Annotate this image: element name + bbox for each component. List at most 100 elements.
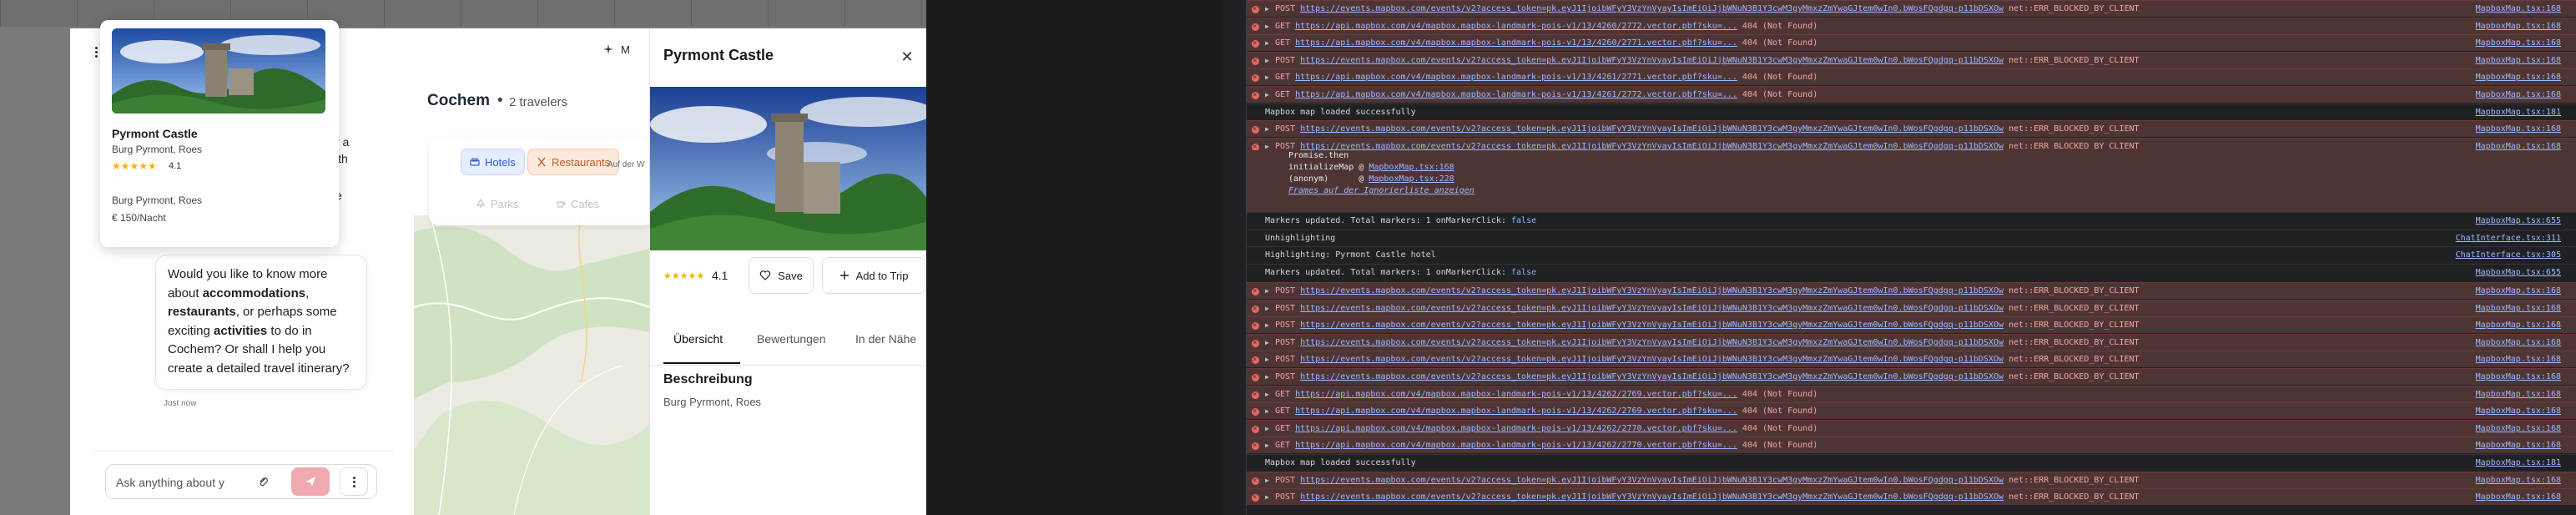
console-error-row[interactable]: ▶ GET https://api.mapbox.com/v4/mapbox.ma… bbox=[1247, 17, 2576, 34]
console-info-row[interactable]: Highlighting: Pyrmont Castle hotel ChatIn… bbox=[1247, 246, 2576, 264]
request-url[interactable]: https://events.mapbox.com/events/v2?acce… bbox=[1300, 476, 2004, 485]
source-link[interactable]: MapboxMap.tsx:168 bbox=[2476, 421, 2561, 437]
console-error-row[interactable]: ▶ POST https://events.mapbox.com/events/v… bbox=[1247, 333, 2576, 351]
source-link[interactable]: MapboxMap.tsx:168 bbox=[2476, 317, 2561, 333]
console-error-row[interactable]: ▶ POST https://events.mapbox.com/events/v… bbox=[1247, 471, 2576, 488]
request-url[interactable]: https://events.mapbox.com/events/v2?acce… bbox=[1300, 492, 2004, 502]
expand-icon[interactable]: ▶ bbox=[1265, 18, 1269, 34]
source-link[interactable]: MapboxMap.tsx:168 bbox=[2476, 472, 2561, 488]
filter-chip-cafes[interactable]: Cafes bbox=[547, 190, 607, 217]
source-link[interactable]: MapboxMap.tsx:181 bbox=[2476, 455, 2561, 471]
request-url[interactable]: https://api.mapbox.com/v4/mapbox.mapbox-… bbox=[1295, 90, 1737, 99]
source-link[interactable]: ChatInterface.tsx:311 bbox=[2456, 230, 2561, 246]
console-error-row[interactable]: ▶ POST https://events.mapbox.com/events/v… bbox=[1247, 316, 2576, 334]
expand-icon[interactable]: ▶ bbox=[1265, 53, 1269, 68]
request-url[interactable]: https://api.mapbox.com/v4/mapbox.mapbox-… bbox=[1295, 406, 1737, 416]
console-info-row[interactable]: Mapbox map loaded successfully MapboxMap.… bbox=[1247, 454, 2576, 471]
source-link[interactable]: MapboxMap.tsx:168 bbox=[2476, 351, 2561, 367]
expand-icon[interactable]: ▶ bbox=[1265, 1, 1269, 17]
console-error-row[interactable]: ▶ GET https://api.mapbox.com/v4/mapbox.ma… bbox=[1247, 86, 2576, 103]
request-url[interactable]: https://api.mapbox.com/v4/mapbox.mapbox-… bbox=[1295, 390, 1737, 399]
expand-icon[interactable]: ▶ bbox=[1265, 69, 1269, 85]
source-link[interactable]: MapboxMap.tsx:168 bbox=[2476, 18, 2561, 34]
source-link[interactable]: MapboxMap.tsx:655 bbox=[2476, 213, 2561, 229]
expand-icon[interactable]: ▶ bbox=[1265, 335, 1269, 351]
request-url[interactable]: https://api.mapbox.com/v4/mapbox.mapbox-… bbox=[1295, 38, 1737, 48]
map-mode-toggle[interactable]: M bbox=[602, 38, 630, 60]
expand-icon[interactable]: ▶ bbox=[1265, 283, 1269, 299]
console-error-row[interactable]: ▶ POST https://events.mapbox.com/events/v… bbox=[1247, 368, 2576, 385]
source-link[interactable]: MapboxMap.tsx:168 bbox=[2476, 369, 2561, 385]
expand-icon[interactable]: ▶ bbox=[1265, 421, 1269, 437]
source-link[interactable]: MapboxMap.tsx:168 bbox=[2476, 53, 2561, 68]
place-popup-card[interactable]: Pyrmont Castle Burg Pyrmont, Roes ★★★★★ … bbox=[100, 20, 339, 247]
source-link[interactable]: MapboxMap.tsx:181 bbox=[2476, 104, 2561, 120]
source-link[interactable]: MapboxMap.tsx:168 bbox=[2476, 489, 2561, 505]
console-error-row[interactable]: ▶ GET https://api.mapbox.com/v4/mapbox.ma… bbox=[1247, 34, 2576, 52]
more-options-button[interactable] bbox=[340, 467, 368, 496]
source-link[interactable]: MapboxMap.tsx:168 bbox=[2476, 300, 2561, 316]
expand-icon[interactable]: ▶ bbox=[1265, 472, 1269, 488]
show-ignored-frames-link[interactable]: Frames auf der Ignorierliste anzeigen bbox=[1288, 185, 2576, 197]
source-link[interactable]: MapboxMap.tsx:168 bbox=[2476, 403, 2561, 419]
request-url[interactable]: https://events.mapbox.com/events/v2?acce… bbox=[1300, 304, 2004, 313]
tab-overview[interactable]: Übersicht bbox=[673, 332, 723, 346]
source-link[interactable]: MapboxMap.tsx:168 bbox=[2476, 87, 2561, 103]
request-url[interactable]: https://events.mapbox.com/events/v2?acce… bbox=[1300, 4, 2004, 13]
expand-icon[interactable]: ▶ bbox=[1265, 121, 1269, 137]
expand-icon[interactable]: ▶ bbox=[1265, 87, 1269, 103]
source-link[interactable]: MapboxMap.tsx:168 bbox=[2476, 335, 2561, 351]
console-info-row[interactable]: Markers updated. Total markers: 1 onMark… bbox=[1247, 263, 2576, 280]
console-error-row[interactable]: ▶ POST https://events.mapbox.com/events/v… bbox=[1247, 351, 2576, 368]
expand-icon[interactable]: ▶ bbox=[1265, 317, 1269, 333]
request-url[interactable]: https://events.mapbox.com/events/v2?acce… bbox=[1300, 355, 2004, 364]
console-error-row[interactable]: ▶ GET https://api.mapbox.com/v4/mapbox.ma… bbox=[1247, 437, 2576, 454]
request-url[interactable]: https://events.mapbox.com/events/v2?acce… bbox=[1300, 321, 2004, 330]
stack-link[interactable]: MapboxMap.tsx:168 bbox=[1369, 163, 1454, 172]
request-url[interactable]: https://api.mapbox.com/v4/mapbox.mapbox-… bbox=[1295, 73, 1737, 82]
chat-menu-icon[interactable] bbox=[95, 47, 98, 58]
console-error-row[interactable]: ▶ POST https://events.mapbox.com/events/v… bbox=[1247, 51, 2576, 68]
console-error-row[interactable]: ▶ POST https://events.mapbox.com/events/v… bbox=[1247, 0, 2576, 17]
request-url[interactable]: https://events.mapbox.com/events/v2?acce… bbox=[1300, 372, 2004, 381]
console-error-row[interactable]: ▶ GET https://api.mapbox.com/v4/mapbox.ma… bbox=[1247, 419, 2576, 437]
console-error-row[interactable]: ▶ GET https://api.mapbox.com/v4/mapbox.ma… bbox=[1247, 402, 2576, 420]
filter-chip-parks[interactable]: Parks bbox=[467, 190, 527, 217]
console-error-row[interactable]: ▶ POST https://events.mapbox.com/events/v… bbox=[1247, 282, 2576, 299]
request-url[interactable]: https://events.mapbox.com/events/v2?acce… bbox=[1300, 338, 2004, 347]
chat-input[interactable] bbox=[116, 473, 250, 492]
attach-icon[interactable] bbox=[255, 472, 273, 491]
console-info-row[interactable]: Unhighlighting ChatInterface.tsx:311 bbox=[1247, 229, 2576, 246]
map-canvas[interactable] bbox=[414, 215, 649, 515]
source-link[interactable]: MapboxMap.tsx:168 bbox=[2476, 1, 2561, 17]
expand-icon[interactable]: ▶ bbox=[1265, 351, 1269, 367]
source-link[interactable]: MapboxMap.tsx:168 bbox=[2476, 386, 2561, 402]
expand-icon[interactable]: ▶ bbox=[1265, 403, 1269, 419]
console-error-row[interactable]: ▶ POST https://events.mapbox.com/events/v… bbox=[1247, 488, 2576, 506]
source-link[interactable]: MapboxMap.tsx:168 bbox=[2476, 283, 2561, 299]
request-url[interactable]: https://api.mapbox.com/v4/mapbox.mapbox-… bbox=[1295, 424, 1737, 433]
expand-icon[interactable]: ▶ bbox=[1265, 369, 1269, 385]
console-error-row[interactable]: ▶ POST https://events.mapbox.com/events/v… bbox=[1247, 299, 2576, 316]
filter-chip-restaurants[interactable]: Restaurants bbox=[527, 149, 620, 175]
add-to-trip-button[interactable]: Add to Trip bbox=[822, 257, 925, 294]
request-url[interactable]: https://api.mapbox.com/v4/mapbox.mapbox-… bbox=[1295, 441, 1737, 450]
console-error-row[interactable]: ▶ GET https://api.mapbox.com/v4/mapbox.ma… bbox=[1247, 68, 2576, 86]
expand-icon[interactable]: ▶ bbox=[1265, 35, 1269, 51]
source-link[interactable]: MapboxMap.tsx:655 bbox=[2476, 265, 2561, 280]
request-url[interactable]: https://events.mapbox.com/events/v2?acce… bbox=[1300, 124, 2004, 134]
request-url[interactable]: https://api.mapbox.com/v4/mapbox.mapbox-… bbox=[1295, 22, 1737, 31]
tab-nearby[interactable]: In der Nähe bbox=[855, 332, 916, 346]
console-info-row[interactable]: Mapbox map loaded successfully MapboxMap.… bbox=[1247, 103, 2576, 120]
source-link[interactable]: MapboxMap.tsx:168 bbox=[2476, 69, 2561, 85]
source-link[interactable]: MapboxMap.tsx:168 bbox=[2476, 121, 2561, 137]
expand-icon[interactable]: ▶ bbox=[1265, 386, 1269, 402]
source-link[interactable]: ChatInterface.tsx:305 bbox=[2456, 247, 2561, 263]
console-error-row[interactable]: ▶ POST https://events.mapbox.com/events/v… bbox=[1247, 120, 2576, 138]
source-link[interactable]: MapboxMap.tsx:168 bbox=[2476, 437, 2561, 453]
tab-reviews[interactable]: Bewertungen bbox=[757, 332, 826, 346]
close-icon[interactable]: ✕ bbox=[897, 47, 917, 67]
request-url[interactable]: https://events.mapbox.com/events/v2?acce… bbox=[1300, 286, 2004, 295]
send-button[interactable] bbox=[291, 467, 330, 496]
source-link[interactable]: MapboxMap.tsx:168 bbox=[2476, 35, 2561, 51]
